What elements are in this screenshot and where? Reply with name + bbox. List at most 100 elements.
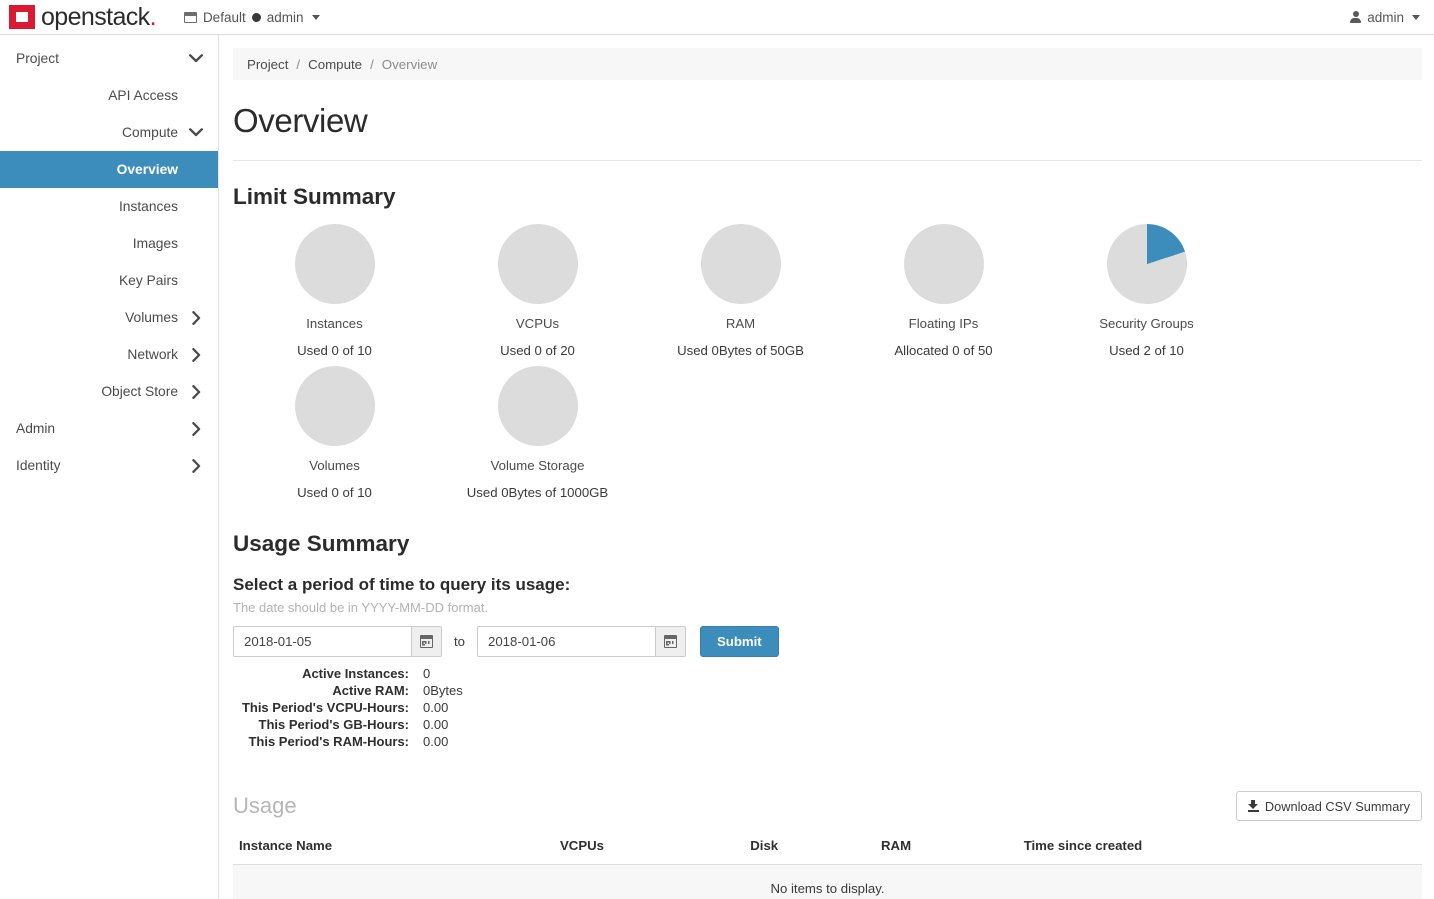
user-menu[interactable]: admin	[1350, 10, 1434, 25]
pie-chart-floating-ips	[904, 224, 984, 304]
usage-stat-row: This Period's VCPU-Hours:0.00	[233, 700, 1434, 717]
sidebar-item-api-access[interactable]: API Access	[0, 77, 218, 114]
sidebar-item-label: Admin	[14, 421, 178, 436]
page-title: Overview	[233, 102, 1434, 140]
chevron-right-icon	[188, 385, 204, 399]
download-csv-label: Download CSV Summary	[1265, 799, 1410, 814]
usage-summary-heading: Usage Summary	[233, 531, 1434, 557]
limit-card-usage: Used 0 of 10	[297, 343, 372, 358]
date-to-group	[477, 626, 686, 657]
sidebar-item-identity[interactable]: Identity	[0, 447, 218, 484]
sidebar-item-label: API Access	[0, 88, 178, 103]
limit-summary-charts: InstancesUsed 0 of 10VCPUsUsed 0 of 20RA…	[233, 224, 1423, 508]
usage-stat-row: This Period's RAM-Hours:0.00	[233, 734, 1434, 751]
title-divider	[233, 160, 1422, 161]
limit-card-label: RAM	[726, 316, 755, 331]
date-format-hint: The date should be in YYYY-MM-DD format.	[233, 600, 1434, 615]
usage-stat-row: Active RAM:0Bytes	[233, 683, 1434, 700]
limit-card-floating-ips: Floating IPs Allocated 0 of 50	[842, 224, 1045, 358]
usage-stat-key: This Period's VCPU-Hours:	[233, 700, 423, 715]
sidebar-item-label: Network	[0, 347, 178, 362]
usage-table-section: Usage Download CSV Summary Instance Name…	[233, 787, 1422, 899]
sidebar-item-label: Images	[0, 236, 178, 251]
limit-card-usage: Allocated 0 of 50	[894, 343, 992, 358]
date-to-calendar-button[interactable]	[655, 626, 686, 657]
chevron-down-icon	[188, 128, 204, 137]
limit-card-label: Floating IPs	[909, 316, 979, 331]
usage-column-header: Disk	[744, 829, 875, 865]
brand-wordmark: openstack.	[41, 5, 156, 30]
breadcrumb: Project/Compute/Overview	[233, 48, 1422, 80]
usage-stat-value: 0.00	[423, 734, 448, 749]
chevron-down-icon	[188, 54, 204, 63]
limit-card-label: Security Groups	[1099, 316, 1194, 331]
date-from-group	[233, 626, 442, 657]
calendar-icon	[664, 635, 677, 648]
usage-stat-value: 0Bytes	[423, 683, 463, 698]
usage-column-header-actions	[1256, 829, 1423, 865]
sidebar-item-admin[interactable]: Admin	[0, 410, 218, 447]
sidebar-item-label: Volumes	[0, 310, 178, 325]
pie-chart-vcpus	[498, 224, 578, 304]
period-label: Select a period of time to query its usa…	[233, 575, 1434, 595]
usage-stat-row: Active Instances:0	[233, 666, 1434, 683]
domain-project-switcher[interactable]: Default admin	[178, 6, 326, 29]
usage-stats-list: Active Instances:0Active RAM:0BytesThis …	[233, 666, 1434, 751]
project-label: admin	[267, 10, 304, 25]
download-icon	[1248, 800, 1259, 812]
date-from-calendar-button[interactable]	[411, 626, 442, 657]
sidebar-item-label: Overview	[0, 162, 178, 177]
sidebar-item-volumes[interactable]: Volumes	[0, 299, 218, 336]
brand-dot: .	[150, 3, 156, 31]
sidebar-item-label: Project	[14, 51, 178, 66]
calendar-icon	[420, 635, 433, 648]
limit-card-usage: Used 0 of 10	[297, 485, 372, 500]
sidebar-item-label: Instances	[0, 199, 178, 214]
breadcrumb-separator: /	[370, 57, 374, 72]
sidebar-item-instances[interactable]: Instances	[0, 188, 218, 225]
sidebar-item-label: Object Store	[0, 384, 178, 399]
sidebar-item-network[interactable]: Network	[0, 336, 218, 373]
domain-label: Default	[203, 10, 246, 25]
separator-dot-icon	[252, 13, 261, 22]
usage-table-toolbar: Usage Download CSV Summary	[233, 787, 1422, 825]
usage-column-header: Instance Name	[233, 829, 554, 865]
submit-button[interactable]: Submit	[700, 626, 779, 657]
top-navbar: openstack. Default admin admin	[0, 0, 1434, 35]
usage-stat-value: 0	[423, 666, 430, 681]
usage-stat-value: 0.00	[423, 700, 448, 715]
sidebar-item-key-pairs[interactable]: Key Pairs	[0, 262, 218, 299]
breadcrumb-item-compute[interactable]: Compute	[308, 57, 362, 72]
sidebar-nav: Project API Access Compute Overview Instance…	[0, 35, 219, 899]
date-from-input[interactable]	[233, 626, 411, 657]
openstack-logo-icon	[9, 5, 35, 29]
download-csv-button[interactable]: Download CSV Summary	[1236, 791, 1422, 821]
usage-column-header: VCPUs	[554, 829, 744, 865]
limit-card-label: Instances	[306, 316, 362, 331]
limit-card-usage: Used 0 of 20	[500, 343, 575, 358]
sidebar-item-overview[interactable]: Overview	[0, 151, 218, 188]
usage-empty-message: No items to display.	[233, 865, 1422, 899]
window-icon	[184, 12, 197, 23]
breadcrumb-item-overview: Overview	[382, 57, 437, 72]
date-range-form: to Submit	[233, 626, 1434, 657]
usage-empty-row: No items to display.	[233, 865, 1422, 899]
pie-chart-volume-storage	[498, 366, 578, 446]
sidebar-item-object-store[interactable]: Object Store	[0, 373, 218, 410]
sidebar-item-images[interactable]: Images	[0, 225, 218, 262]
limit-card-security-groups: Security GroupsUsed 2 of 10	[1045, 224, 1248, 358]
pie-chart-ram	[701, 224, 781, 304]
breadcrumb-item-project[interactable]: Project	[247, 57, 288, 72]
usage-stat-key: This Period's GB-Hours:	[233, 717, 423, 732]
limit-card-label: Volume Storage	[491, 458, 585, 473]
limit-card-usage: Used 0Bytes of 1000GB	[467, 485, 608, 500]
chevron-down-icon	[1412, 15, 1420, 20]
sidebar-item-compute[interactable]: Compute	[0, 114, 218, 151]
limit-card-label: Volumes	[309, 458, 360, 473]
date-to-input[interactable]	[477, 626, 655, 657]
chevron-right-icon	[188, 348, 204, 362]
sidebar-item-project[interactable]: Project	[0, 40, 218, 77]
usage-stat-key: Active Instances:	[233, 666, 423, 681]
openstack-brand[interactable]: openstack.	[0, 5, 156, 30]
chevron-down-icon	[312, 15, 320, 20]
